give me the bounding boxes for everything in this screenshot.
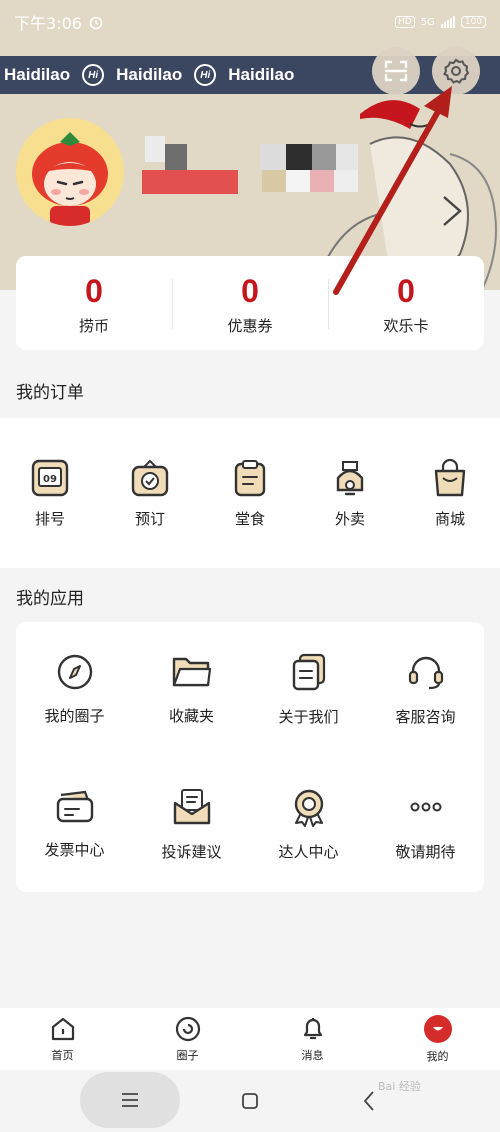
order-delivery[interactable]: 外卖 <box>300 458 400 529</box>
app-label: 发票中心 <box>44 841 105 859</box>
compass-icon <box>57 654 92 690</box>
app-more: 敬请期待 <box>367 757 484 892</box>
assets-card: 0 捞币 0 优惠券 0 欢乐卡 <box>16 256 484 350</box>
apps-title: 我的应用 <box>16 589 84 609</box>
apps-grid: 我的圈子 收藏夹 关于我们 客服咨询 发票中心 投诉建议 达人中心 敬请期待 <box>16 622 484 892</box>
avatar[interactable] <box>16 118 124 226</box>
order-label: 商城 <box>434 509 465 528</box>
tomato-avatar-icon <box>32 132 108 226</box>
stat-value: 0 <box>85 272 103 309</box>
order-reserve[interactable]: 预订 <box>100 458 200 529</box>
reservation-icon <box>131 459 169 496</box>
settings-button[interactable] <box>432 47 480 95</box>
nav-home[interactable]: 首页 <box>0 1008 125 1070</box>
app-label: 投诉建议 <box>161 843 222 861</box>
headset-icon <box>408 656 443 690</box>
signal-icon <box>440 16 455 28</box>
stat-label: 优惠券 <box>227 316 273 335</box>
invoice-icon <box>56 790 93 823</box>
queue-badge: 09 <box>43 474 57 485</box>
home-icon <box>51 1017 74 1041</box>
stat-value: 0 <box>241 272 259 309</box>
stat-label: 捞币 <box>78 316 109 335</box>
award-icon <box>294 789 323 827</box>
order-label: 排号 <box>34 509 65 528</box>
stat-label: 欢乐卡 <box>383 316 429 335</box>
nav-messages[interactable]: 消息 <box>250 1008 375 1070</box>
app-complaint[interactable]: 投诉建议 <box>133 757 250 892</box>
app-expert[interactable]: 达人中心 <box>250 757 367 892</box>
battery-level: 100 <box>464 17 482 27</box>
order-label: 预订 <box>134 509 165 528</box>
app-circle[interactable]: 我的圈子 <box>16 622 133 757</box>
stat-value: 0 <box>397 272 415 309</box>
app-label: 收藏夹 <box>168 707 214 725</box>
brand-logo: Hi <box>194 64 217 86</box>
nav-label: 我的 <box>426 1050 449 1063</box>
app-support[interactable]: 客服咨询 <box>367 622 484 757</box>
mail-icon <box>173 789 210 825</box>
brand-text: Haidilao <box>116 65 183 84</box>
order-queue[interactable]: 09 排号 <box>0 458 100 529</box>
scan-button[interactable] <box>372 47 420 95</box>
circle-icon <box>175 1016 200 1042</box>
app-label: 敬请期待 <box>395 843 456 861</box>
system-nav-bar: Bai 经验 <box>0 1070 500 1132</box>
nav-label: 首页 <box>51 1049 74 1062</box>
dine-in-icon <box>234 459 266 496</box>
gear-icon <box>443 58 470 84</box>
queue-number-icon: 09 <box>31 459 69 496</box>
orders-panel: 09 排号 预订 堂食 外卖 商城 <box>0 418 500 568</box>
delivery-icon <box>336 460 364 495</box>
home-square-icon[interactable] <box>241 1092 259 1110</box>
shop-bag-icon <box>434 458 466 496</box>
hd-badge: HD <box>394 16 415 28</box>
battery-icon: 100 <box>460 16 486 28</box>
stat-coupons[interactable]: 0 优惠券 <box>172 271 328 336</box>
scan-icon <box>384 60 408 82</box>
document-icon <box>292 653 325 691</box>
app-label: 关于我们 <box>278 708 339 726</box>
bell-icon <box>303 1018 322 1040</box>
alarm-icon <box>89 16 103 30</box>
nav-label: 圈子 <box>176 1049 199 1062</box>
app-favorites[interactable]: 收藏夹 <box>133 622 250 757</box>
brand-banner: Haidilao Hi Haidilao Hi Haidilao <box>0 56 500 94</box>
order-shop[interactable]: 商城 <box>400 458 500 529</box>
app-label: 达人中心 <box>278 843 339 861</box>
order-label: 堂食 <box>234 509 265 528</box>
app-label: 我的圈子 <box>44 707 105 725</box>
status-bar: 下午3:06 HD 5G 100 <box>0 0 500 44</box>
profile-icon <box>423 1015 452 1043</box>
app-invoice[interactable]: 发票中心 <box>16 757 133 892</box>
nav-circle[interactable]: 圈子 <box>125 1008 250 1070</box>
menu-button[interactable] <box>80 1072 180 1128</box>
menu-icon <box>122 1093 138 1107</box>
app-about[interactable]: 关于我们 <box>250 622 367 757</box>
nav-profile[interactable]: 我的 <box>375 1008 500 1070</box>
stat-cards[interactable]: 0 欢乐卡 <box>328 271 484 336</box>
stat-coins[interactable]: 0 捞币 <box>16 271 172 336</box>
chevron-right-icon[interactable] <box>440 194 464 228</box>
app-label: 客服咨询 <box>395 708 456 726</box>
nav-label: 消息 <box>301 1049 324 1062</box>
watermark: Bai 经验 <box>378 1080 421 1093</box>
brand-logo: Hi <box>82 64 105 86</box>
back-icon[interactable] <box>362 1090 376 1112</box>
folder-icon <box>172 657 211 687</box>
order-label: 外卖 <box>334 509 365 528</box>
profile-header: Haidilao Hi Haidilao Hi Haidilao <box>0 44 500 290</box>
status-time: 下午3:06 <box>14 14 82 33</box>
network-label: 5G <box>420 16 435 28</box>
more-icon <box>410 802 441 812</box>
orders-title: 我的订单 <box>16 383 84 403</box>
brand-text: Haidilao <box>228 65 295 84</box>
bottom-nav: 首页 圈子 消息 我的 <box>0 1008 500 1070</box>
brand-text: Haidilao <box>4 65 71 84</box>
order-dine-in[interactable]: 堂食 <box>200 458 300 529</box>
